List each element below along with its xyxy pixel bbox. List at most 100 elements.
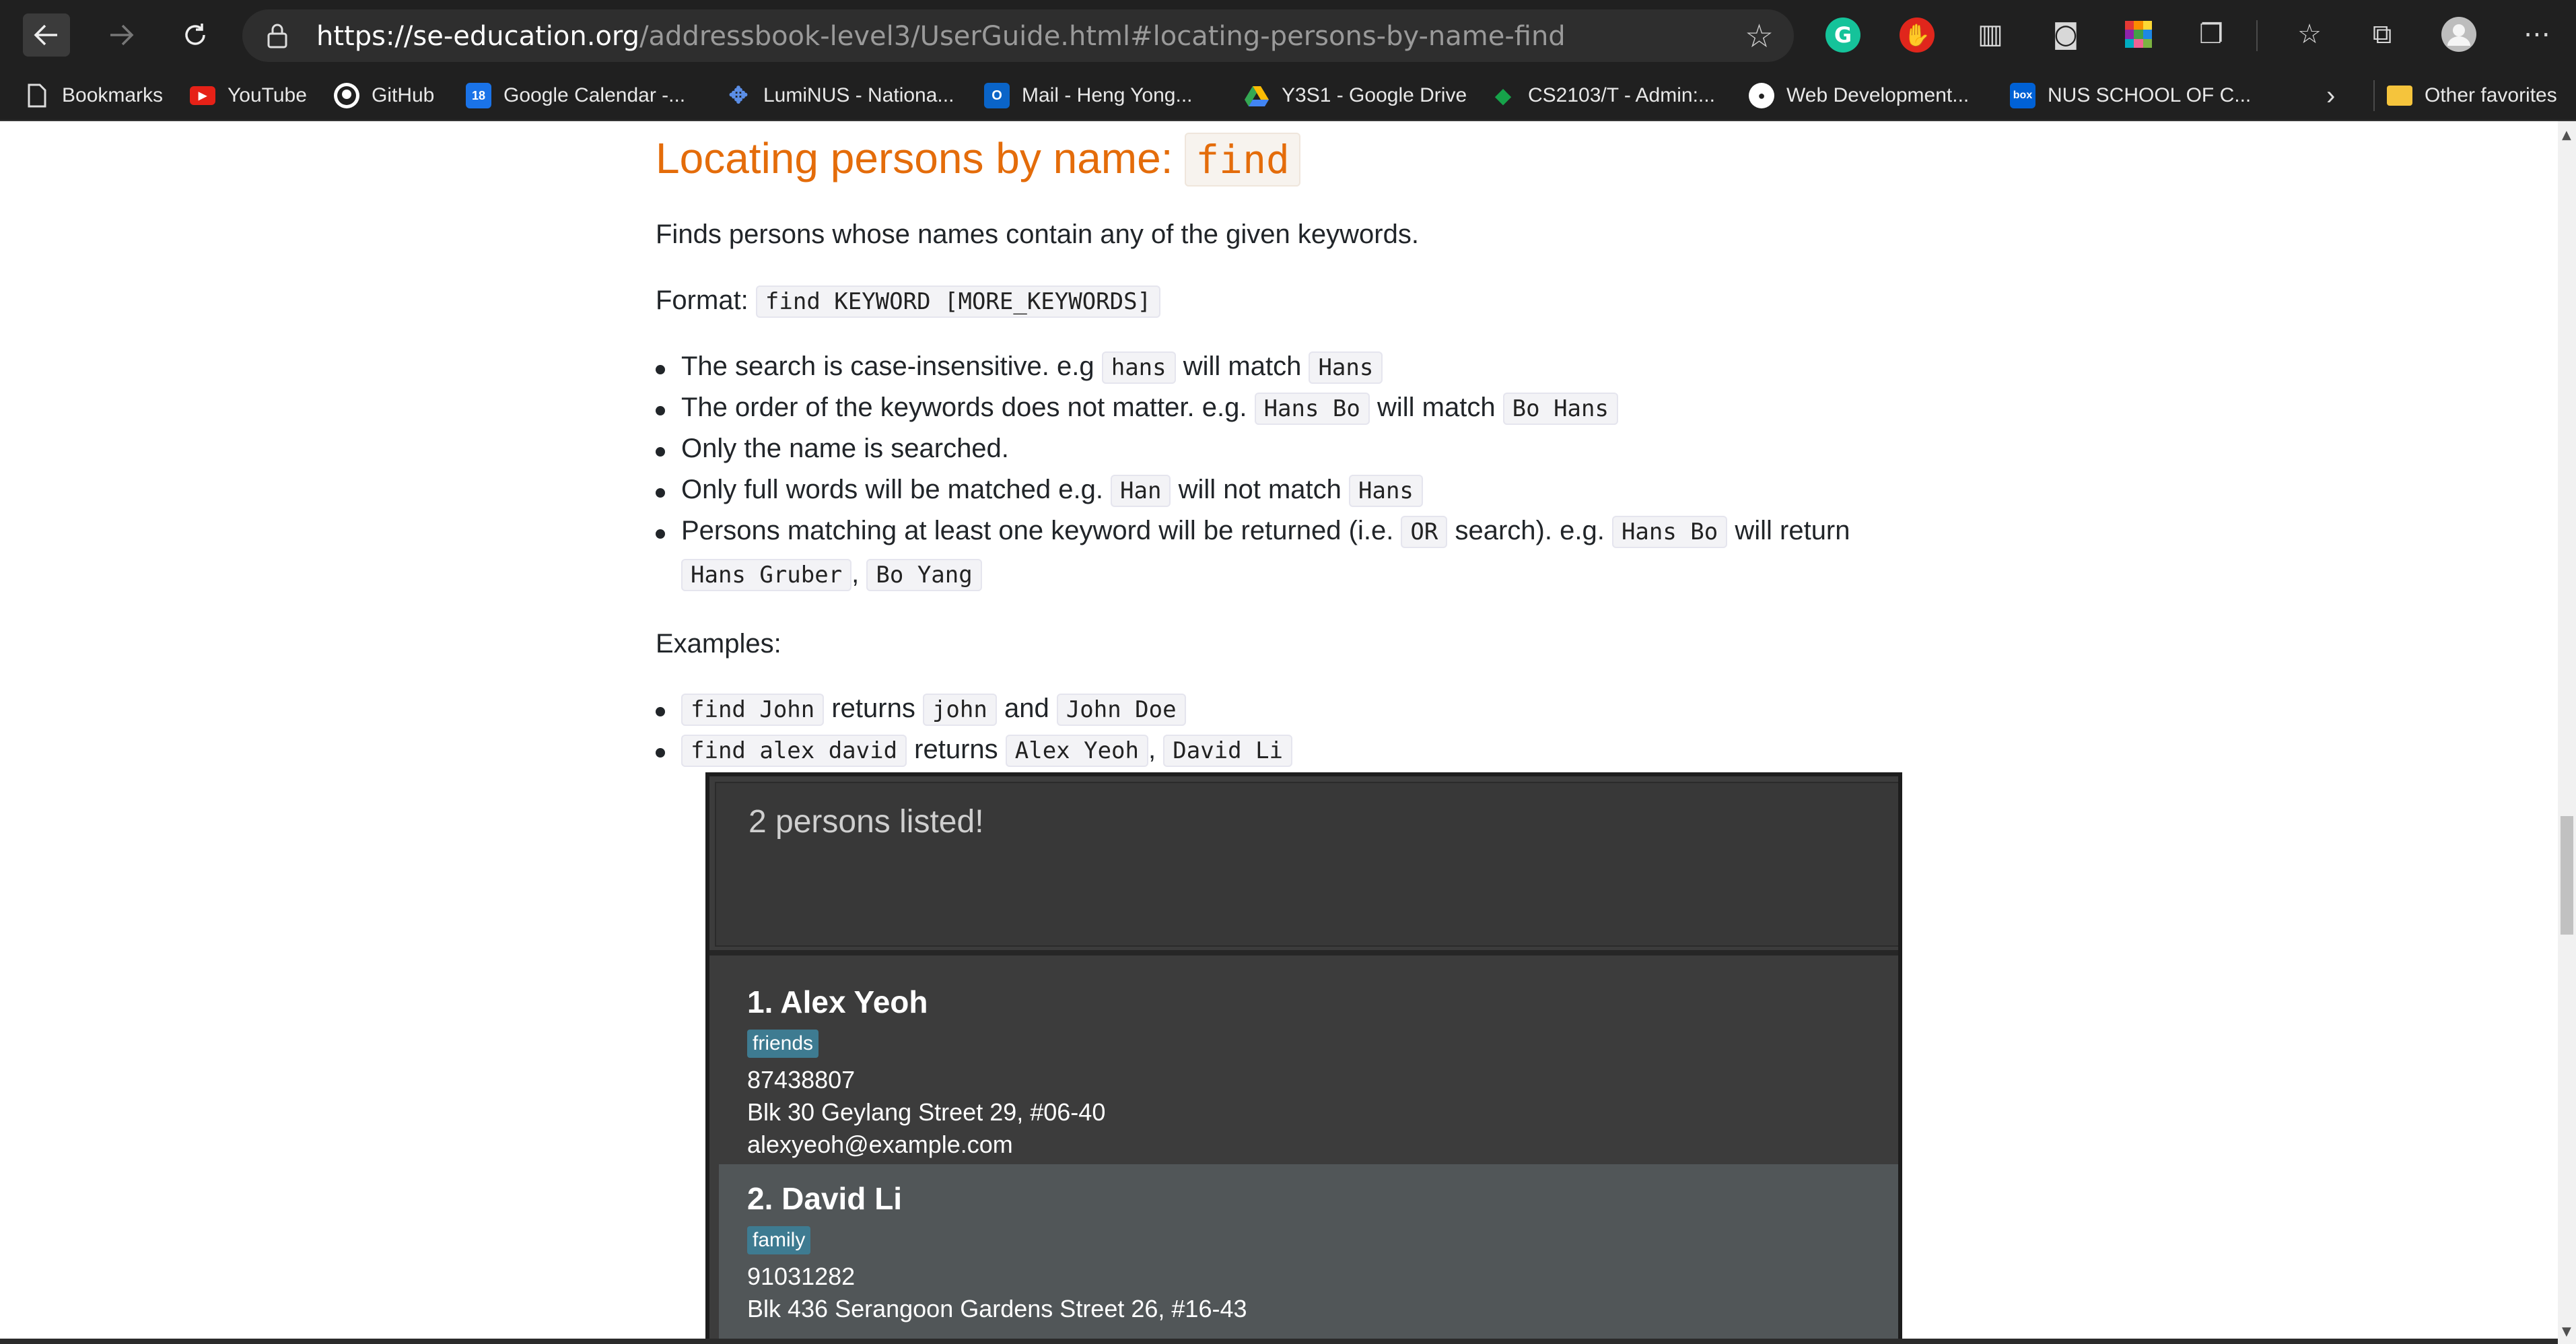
lock-icon[interactable] [265,22,289,50]
bullet-or-search-continued: Hans Gruber, Bo Yang [681,559,982,591]
bookmark-label: NUS SCHOOL OF C... [2048,84,2252,106]
text: returns [824,694,923,723]
arrow-right-icon [110,24,134,46]
adblock-hand-icon[interactable]: ✋ [1900,18,1935,53]
text: , [851,559,860,589]
bookmark-label: Y3S1 - Google Drive [1282,84,1467,106]
calendar-icon: 18 [466,83,491,108]
grammarly-letter: G [1834,22,1852,48]
text: Persons matching at least one keyword wi… [681,516,1401,545]
page-icon [24,83,50,108]
bookmark-google-calendar[interactable]: 18 Google Calendar -... [466,80,685,111]
bullet-dot [656,488,665,498]
person-phone: 91031282 [747,1263,856,1290]
heading-code: find [1185,133,1300,187]
bookmark-nus-school[interactable]: box NUS SCHOOL OF C... [2010,80,2251,111]
drive-icon [1244,83,1269,108]
format-paragraph: Format: find KEYWORD [MORE_KEYWORDS] [656,285,1161,318]
outlook-icon: O [984,83,1010,108]
bookmark-bookmarks[interactable]: Bookmarks [24,80,163,111]
bookmark-google-drive[interactable]: Y3S1 - Google Drive [1244,80,1467,111]
forward-button[interactable] [98,13,145,57]
camera-icon[interactable]: ◙ [2048,16,2084,53]
url-text[interactable]: https://se-education.org/addressbook-lev… [316,21,1566,52]
toolbar-separator [2256,20,2258,51]
more-menu-icon[interactable]: ⋯ [2519,16,2555,53]
bookmark-label: Other favorites [2425,84,2557,106]
collections-icon[interactable]: ⧉ [2364,16,2400,53]
intro-paragraph: Finds persons whose names contain any of… [656,220,1419,249]
grammarly-icon[interactable]: G [1825,18,1860,53]
inline-code: Han [1111,475,1171,507]
bookmark-label: Mail - Heng Yong... [1022,84,1193,106]
bullet-dot [656,707,665,716]
avatar-icon [2441,17,2476,52]
profile-avatar-icon[interactable] [2441,16,2477,53]
palette-grid-icon [2125,21,2152,48]
person-tag: friends [747,1030,819,1058]
person-name: 1. Alex Yeoh [747,984,928,1019]
bookmark-mail[interactable]: O Mail - Heng Yong... [984,80,1193,111]
inline-code: Hans Bo [1611,516,1728,548]
calendar-icon-text: 18 [471,88,486,102]
bookmark-label: Bookmarks [62,84,164,106]
bookmark-label: YouTube [228,84,307,106]
result-display: 2 persons listed! [715,782,1898,947]
scrollbar-thumb[interactable] [2561,816,2573,935]
web-page: Locating persons by name: find Finds per… [0,121,2558,1344]
bookmarks-separator [2373,80,2375,111]
bookmark-label: Google Calendar -... [503,84,686,106]
bullet-dot [656,748,665,758]
scroll-up-arrow-icon[interactable]: ▲ [2562,128,2571,142]
bullet-case-insensitive: The search is case-insensitive. e.g hans… [656,351,1383,384]
folder-icon [2387,86,2412,106]
color-extension-icon[interactable] [2120,16,2157,53]
inline-code: Bo Hans [1502,393,1618,425]
reload-button[interactable] [172,13,219,57]
bullet-dot [656,447,665,457]
favorites-icon[interactable]: ☆ [2291,16,2328,53]
reload-icon [185,24,205,45]
scroll-down-arrow-icon[interactable]: ▼ [2562,1324,2571,1339]
text: will not match [1171,475,1349,504]
bullet-full-words: Only full words will be matched e.g. Han… [656,475,1423,507]
person-address: Blk 30 Geylang Street 29, #06-40 [747,1098,1106,1126]
person-name: 2. David Li [747,1181,903,1216]
inline-code: john [922,694,997,726]
github-icon [334,83,359,108]
person-tag: family [747,1226,811,1254]
address-bar[interactable]: https://se-education.org/addressbook-lev… [242,9,1794,62]
web-dev-icon: ● [1749,83,1774,108]
extensions-icon[interactable]: ❐ [2193,16,2229,53]
bookmark-label: GitHub [372,84,435,106]
text: will match [1369,393,1503,422]
example-find-alex-david: find alex david returns Alex Yeoh, David… [656,735,1293,767]
add-favorite-icon[interactable]: ☆ [1745,18,1774,55]
bullet-keyword-order: The order of the keywords does not matte… [656,393,1618,425]
bookmark-cs2103[interactable]: ◆ CS2103/T - Admin:... [1490,80,1714,111]
text: search). e.g. [1447,516,1612,545]
reading-list-icon[interactable]: ▥ [1972,16,2009,53]
bookmark-youtube[interactable]: ▶ YouTube [190,80,307,111]
browser-toolbar: https://se-education.org/addressbook-lev… [0,0,2576,71]
person-card: 1. Alex Yeoh friends 87438807 Blk 30 Gey… [719,968,1898,1164]
url-host: https://se-education.org [316,21,640,52]
box-icon-text: box [2013,90,2033,101]
back-button[interactable] [23,13,70,57]
bookmark-github[interactable]: GitHub [334,80,434,111]
text: Only the name is searched. [681,434,1009,463]
inline-code: Hans Bo [1254,393,1370,425]
inline-code: John Doe [1056,694,1186,726]
bookmark-other-favorites[interactable]: Other favorites [2387,80,2557,111]
text: Only full words will be matched e.g. [681,475,1111,504]
youtube-icon: ▶ [190,86,215,105]
box-icon: box [2010,83,2035,108]
bookmark-web-development[interactable]: ● Web Development... [1749,80,1969,111]
url-path: /addressbook-level3/UserGuide.html#locat… [639,21,1566,52]
person-card: 2. David Li family 91031282 Blk 436 Sera… [719,1164,1898,1344]
horizontal-scroll-strip [0,1339,2558,1344]
bookmark-luminus[interactable]: ✥ LumiNUS - Nationa... [726,80,954,111]
bookmarks-overflow-chevron-icon[interactable]: › [2326,80,2335,111]
page-scrollbar[interactable]: ▲ ▼ [2558,121,2576,1344]
arrow-left-icon [34,24,57,46]
